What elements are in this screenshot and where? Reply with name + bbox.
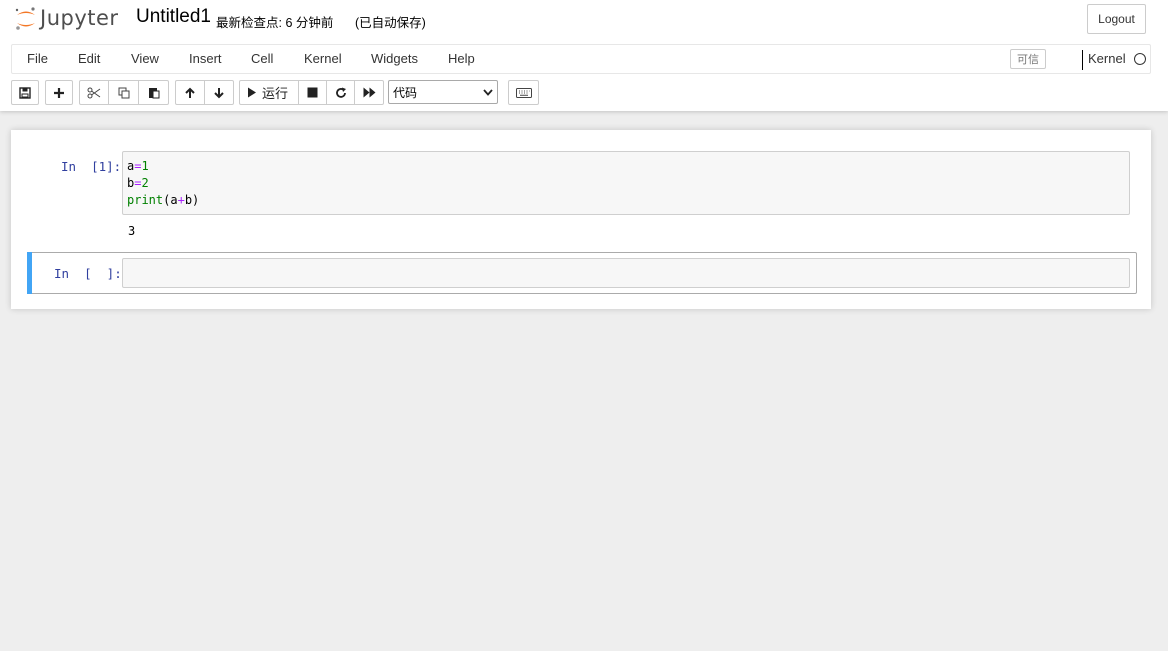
code-line: b=2 xyxy=(123,175,1129,192)
jupyter-logo-icon xyxy=(15,7,35,30)
arrow-down-icon xyxy=(214,87,224,98)
selected-cell-indicator xyxy=(27,252,32,294)
toolbar: 运行 代码 xyxy=(0,80,1168,106)
restart-button[interactable] xyxy=(326,80,355,105)
cut-icon xyxy=(87,87,101,98)
paste-icon xyxy=(148,88,159,99)
menu-file[interactable]: File xyxy=(27,51,48,66)
cell-type-select[interactable]: 代码 xyxy=(388,80,498,104)
kernel-idle-indicator-icon xyxy=(1134,53,1146,65)
menu-help[interactable]: Help xyxy=(448,51,475,66)
kernel-name[interactable]: Kernel xyxy=(1088,51,1126,66)
checkpoint-status: 最新检查点: 6 分钟前 xyxy=(216,16,334,30)
run-button[interactable]: 运行 xyxy=(239,80,299,105)
jupyter-logo[interactable]: Jupyter xyxy=(14,5,124,33)
notebook-container: In [1]: a=1 b=2 print(a+b) 3 In [ ]: xyxy=(11,130,1151,309)
trusted-indicator[interactable]: 可信 xyxy=(1010,49,1046,69)
save-button[interactable] xyxy=(11,80,39,105)
menu-kernel[interactable]: Kernel xyxy=(304,51,342,66)
notebook-title[interactable]: Untitled1 xyxy=(136,6,211,28)
move-down-button[interactable] xyxy=(204,80,234,105)
kernel-separator xyxy=(1082,50,1083,70)
cell-output: 3 xyxy=(128,224,136,238)
input-prompt: In [1]: xyxy=(61,159,122,174)
code-token: (a xyxy=(163,193,178,207)
menu-edit[interactable]: Edit xyxy=(78,51,100,66)
code-line: a=1 xyxy=(123,158,1129,175)
copy-button[interactable] xyxy=(108,80,139,105)
menu-view[interactable]: View xyxy=(131,51,159,66)
play-icon xyxy=(248,87,256,98)
menu-insert[interactable]: Insert xyxy=(189,51,222,66)
code-cell-selected[interactable]: In [ ]: xyxy=(27,252,1137,294)
fast-forward-icon xyxy=(363,87,375,98)
code-line: print(a+b) xyxy=(123,192,1129,209)
header: Jupyter Untitled1 最新检查点: 6 分钟前 (已自动保存) L… xyxy=(0,0,1168,111)
code-token: print xyxy=(127,193,164,207)
chevron-down-icon xyxy=(483,88,493,96)
code-input-area-empty[interactable] xyxy=(122,258,1130,288)
copy-icon xyxy=(118,87,129,98)
interrupt-button[interactable] xyxy=(298,80,327,105)
cut-button[interactable] xyxy=(79,80,109,105)
code-input-area[interactable]: a=1 b=2 print(a+b) xyxy=(122,151,1130,215)
cell-type-value: 代码 xyxy=(393,85,418,100)
code-token: 2 xyxy=(141,176,149,190)
restart-run-all-button[interactable] xyxy=(354,80,384,105)
code-token: + xyxy=(177,193,185,207)
plus-icon xyxy=(54,87,64,98)
stop-icon xyxy=(307,87,318,98)
save-icon xyxy=(19,86,31,99)
logout-button[interactable]: Logout xyxy=(1087,4,1146,34)
insert-cell-button[interactable] xyxy=(45,80,73,105)
code-token: b) xyxy=(184,193,200,207)
menu-cell[interactable]: Cell xyxy=(251,51,273,66)
restart-icon xyxy=(335,87,346,98)
menubar: File Edit View Insert Cell Kernel Widget… xyxy=(11,44,1151,74)
menu-widgets[interactable]: Widgets xyxy=(371,51,418,66)
code-token: 1 xyxy=(141,159,149,173)
run-label: 运行 xyxy=(262,86,289,101)
input-prompt: In [ ]: xyxy=(54,266,122,281)
keyboard-icon xyxy=(515,87,532,98)
paste-button[interactable] xyxy=(138,80,169,105)
autosave-status: (已自动保存) xyxy=(355,16,426,30)
logo-text: Jupyter xyxy=(40,6,119,30)
command-palette-button[interactable] xyxy=(508,80,539,105)
arrow-up-icon xyxy=(185,87,195,98)
move-up-button[interactable] xyxy=(175,80,205,105)
